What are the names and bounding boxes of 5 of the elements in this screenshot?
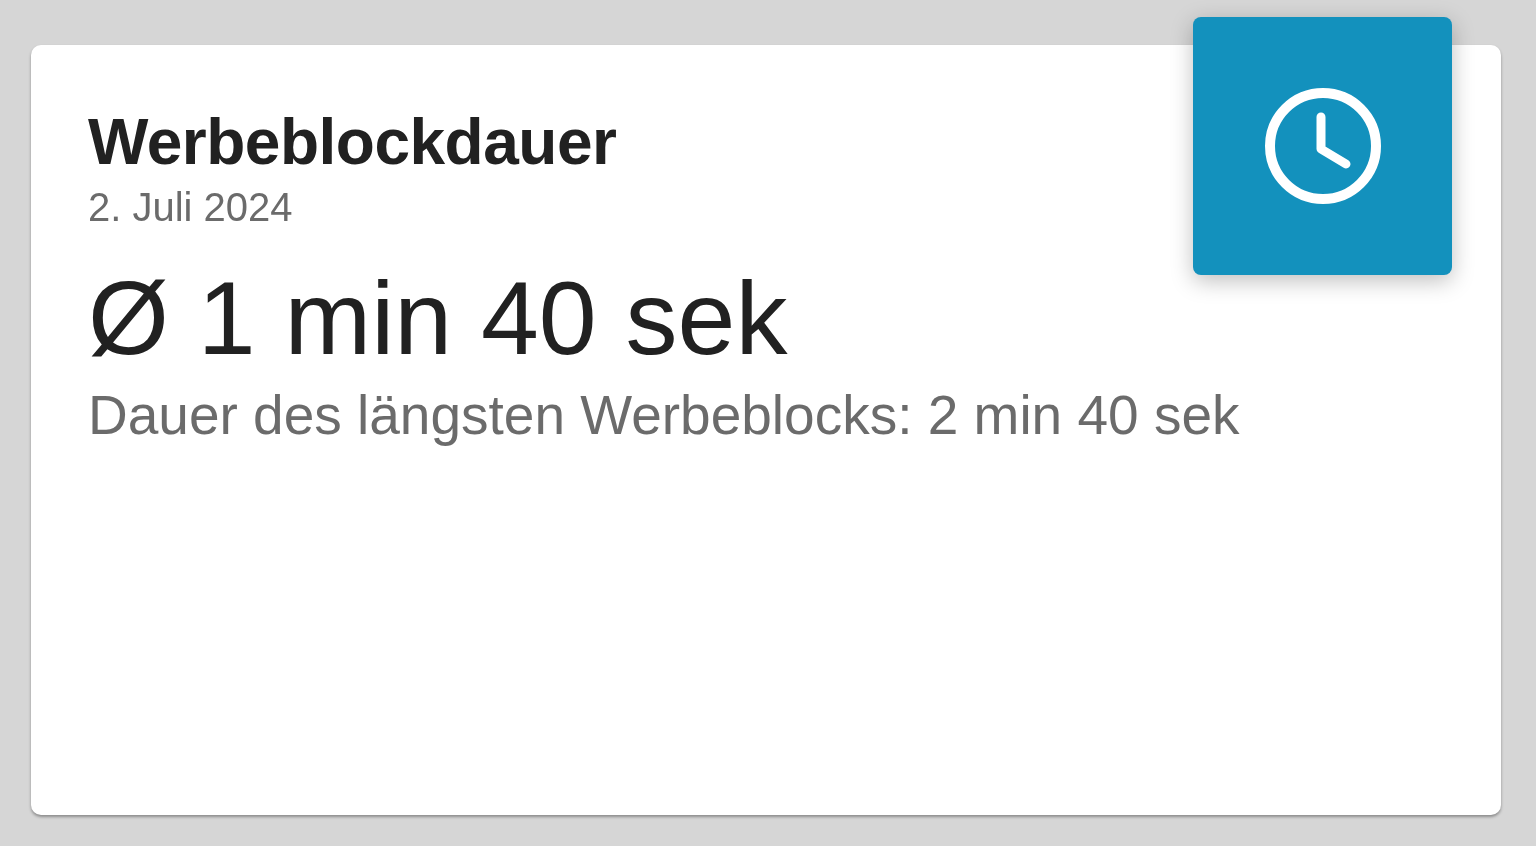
average-duration: Ø 1 min 40 sek <box>88 261 788 376</box>
clock-icon <box>1263 87 1382 205</box>
date-label: 2. Juli 2024 <box>88 184 293 232</box>
card-title: Werbeblockdauer <box>88 107 617 178</box>
longest-duration-text: Dauer des längsten Werbeblocks: 2 min 40 sek <box>88 382 1240 448</box>
